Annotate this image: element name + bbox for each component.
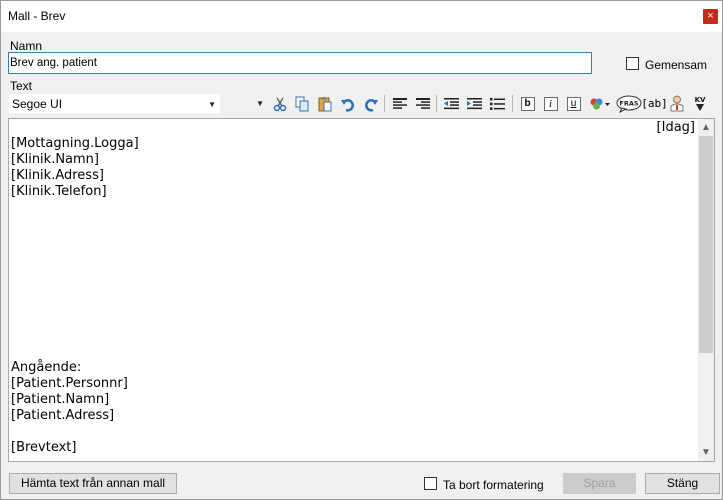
remove-formatting-checkbox[interactable] [424, 477, 437, 490]
indent-icon[interactable] [465, 94, 484, 113]
editor-line: [Klinik.Namn] [11, 152, 99, 167]
chevron-down-icon: ▼ [208, 100, 216, 109]
save-button[interactable]: Spara [563, 473, 636, 494]
kv-icon[interactable]: KV [690, 94, 709, 113]
cut-icon[interactable] [270, 94, 289, 113]
scrollbar-thumb[interactable] [699, 136, 713, 353]
vertical-scrollbar[interactable]: ▲ ▼ [698, 119, 714, 461]
toolbar-separator [436, 95, 437, 112]
undo-icon[interactable] [338, 94, 357, 113]
scroll-down-arrow-icon[interactable]: ▼ [698, 444, 714, 461]
editor-line: [Klinik.Adress] [11, 168, 104, 183]
editor-content: [Mottagning.Logga] [Klinik.Namn] [Klinik… [11, 136, 139, 456]
date-field: [Idag] [656, 120, 695, 135]
editor-line: [Mottagning.Logga] [11, 136, 139, 151]
align-right-icon[interactable] [413, 94, 432, 113]
template-dialog: Mall - Brev × Namn Gemensam Text Segoe U… [0, 0, 723, 500]
fetch-from-template-button[interactable]: Hämta text från annan mall [9, 473, 177, 494]
svg-text:KV: KV [694, 96, 705, 104]
bullet-list-icon[interactable] [488, 94, 507, 113]
editor-line: [Klinik.Telefon] [11, 184, 107, 199]
outdent-icon[interactable] [442, 94, 461, 113]
toolbar-separator [384, 95, 385, 112]
window-title: Mall - Brev [8, 9, 66, 23]
shared-label: Gemensam [645, 58, 708, 72]
text-label: Text [10, 79, 33, 93]
remove-formatting-label: Ta bort formatering [443, 478, 544, 492]
chevron-down-icon: ▼ [256, 99, 264, 108]
text-editor[interactable]: [Idag] [Mottagning.Logga] [Klinik.Namn] … [8, 118, 715, 462]
svg-text:FRAS: FRAS [619, 99, 638, 107]
redo-icon[interactable] [361, 94, 380, 113]
close-button[interactable]: Stäng [645, 473, 720, 494]
shared-checkbox[interactable] [626, 57, 639, 70]
formatting-toolbar: Segoe UI ▼ ▼ b i u FRAS [ab] KV [8, 93, 714, 115]
phrase-icon[interactable]: FRAS [616, 94, 642, 113]
color-icon[interactable] [587, 94, 613, 113]
toolbar-separator [512, 95, 513, 112]
editor-line: [Patient.Namn] [11, 392, 110, 407]
close-window-button[interactable]: × [703, 9, 718, 24]
editor-line: [Patient.Personnr] [11, 376, 128, 391]
editor-line: Angående: [11, 360, 82, 375]
font-size-select[interactable]: ▼ [222, 93, 268, 114]
name-input[interactable] [8, 52, 592, 74]
underline-icon[interactable]: u [564, 94, 583, 113]
align-left-icon[interactable] [390, 94, 409, 113]
italic-icon[interactable]: i [541, 94, 560, 113]
font-family-select[interactable]: Segoe UI ▼ [8, 93, 221, 114]
scroll-up-arrow-icon[interactable]: ▲ [698, 119, 714, 136]
bold-icon[interactable]: b [518, 94, 537, 113]
copy-icon[interactable] [292, 94, 311, 113]
field-icon[interactable]: [ab] [641, 94, 668, 113]
title-bar: Mall - Brev × [1, 1, 722, 32]
editor-line: [Patient.Adress] [11, 408, 115, 423]
paste-icon[interactable] [315, 94, 334, 113]
editor-line: [Brevtext] [11, 440, 77, 455]
doctor-icon[interactable] [667, 94, 686, 113]
font-family-value: Segoe UI [12, 97, 63, 111]
name-label: Namn [10, 39, 43, 53]
